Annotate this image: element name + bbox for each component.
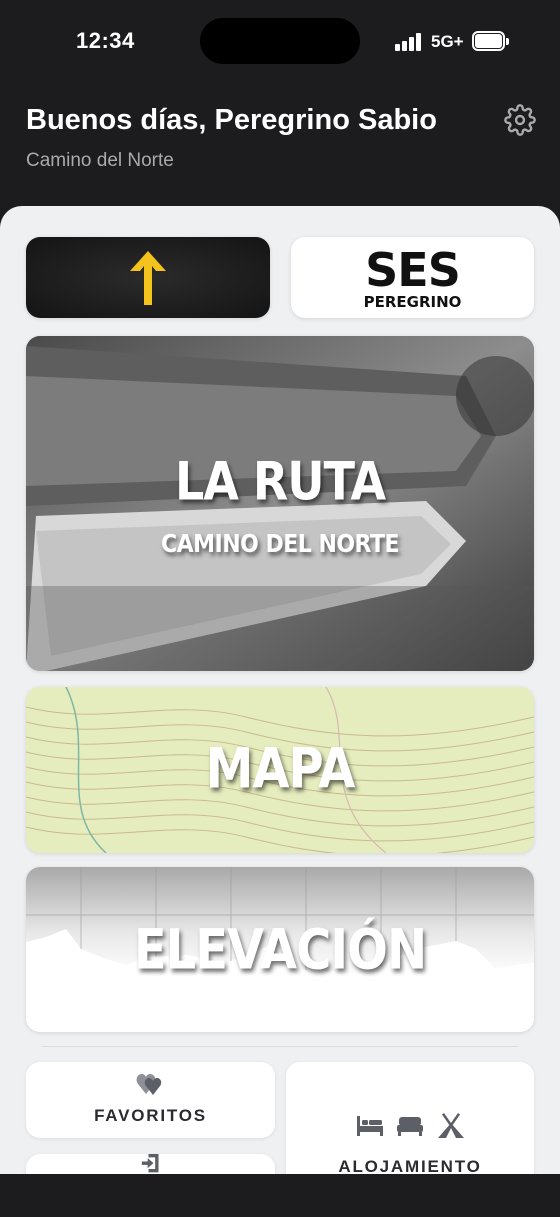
settings-button[interactable] bbox=[504, 104, 536, 136]
bottom-bar-background bbox=[0, 1174, 560, 1217]
section-divider bbox=[42, 1046, 518, 1047]
hearts-icon bbox=[136, 1074, 162, 1095]
la-ruta-subtitle: CAMINO DEL NORTE bbox=[160, 530, 400, 559]
content-sheet: SES PEREGRINO LA RUTA CAMINO DEL NORTE M… bbox=[0, 206, 560, 1174]
login-icon bbox=[141, 1154, 159, 1173]
ses-logo-subtitle: PEREGRINO bbox=[363, 293, 462, 311]
dynamic-island bbox=[200, 18, 360, 64]
la-ruta-title: LA RUTA bbox=[174, 449, 386, 513]
elevacion-card[interactable]: ELEVACIÓN bbox=[26, 867, 534, 1032]
network-label: 5G+ bbox=[431, 32, 464, 51]
la-ruta-card[interactable]: LA RUTA CAMINO DEL NORTE bbox=[26, 336, 534, 671]
status-bar: 12:34 5G+ bbox=[0, 0, 560, 84]
ses-peregrino-card[interactable]: SES PEREGRINO bbox=[291, 237, 534, 318]
gear-icon bbox=[504, 104, 536, 136]
signal-icon bbox=[395, 33, 425, 51]
alojamiento-tile[interactable]: ALOJAMIENTO bbox=[286, 1062, 534, 1174]
greeting-title: Buenos días, Peregrino Sabio bbox=[26, 104, 437, 136]
elevacion-title: ELEVACIÓN bbox=[133, 917, 427, 983]
route-subtitle: Camino del Norte bbox=[26, 150, 174, 171]
mapa-card[interactable]: MAPA bbox=[26, 687, 534, 853]
favoritos-label: FAVORITOS bbox=[94, 1106, 207, 1125]
camino-arrow-card[interactable] bbox=[26, 237, 270, 318]
bed-icon bbox=[397, 1117, 423, 1136]
yellow-arrow-icon bbox=[130, 251, 166, 305]
battery-icon bbox=[472, 31, 509, 51]
ses-logo-title: SES bbox=[365, 243, 461, 297]
status-time: 12:34 bbox=[76, 28, 135, 53]
mapa-title: MAPA bbox=[205, 736, 356, 802]
tent-icon bbox=[438, 1113, 464, 1138]
login-tile[interactable] bbox=[26, 1154, 275, 1174]
favoritos-tile[interactable]: FAVORITOS bbox=[26, 1062, 275, 1138]
alojamiento-label: ALOJAMIENTO bbox=[338, 1157, 482, 1174]
bed-icon bbox=[357, 1116, 383, 1136]
